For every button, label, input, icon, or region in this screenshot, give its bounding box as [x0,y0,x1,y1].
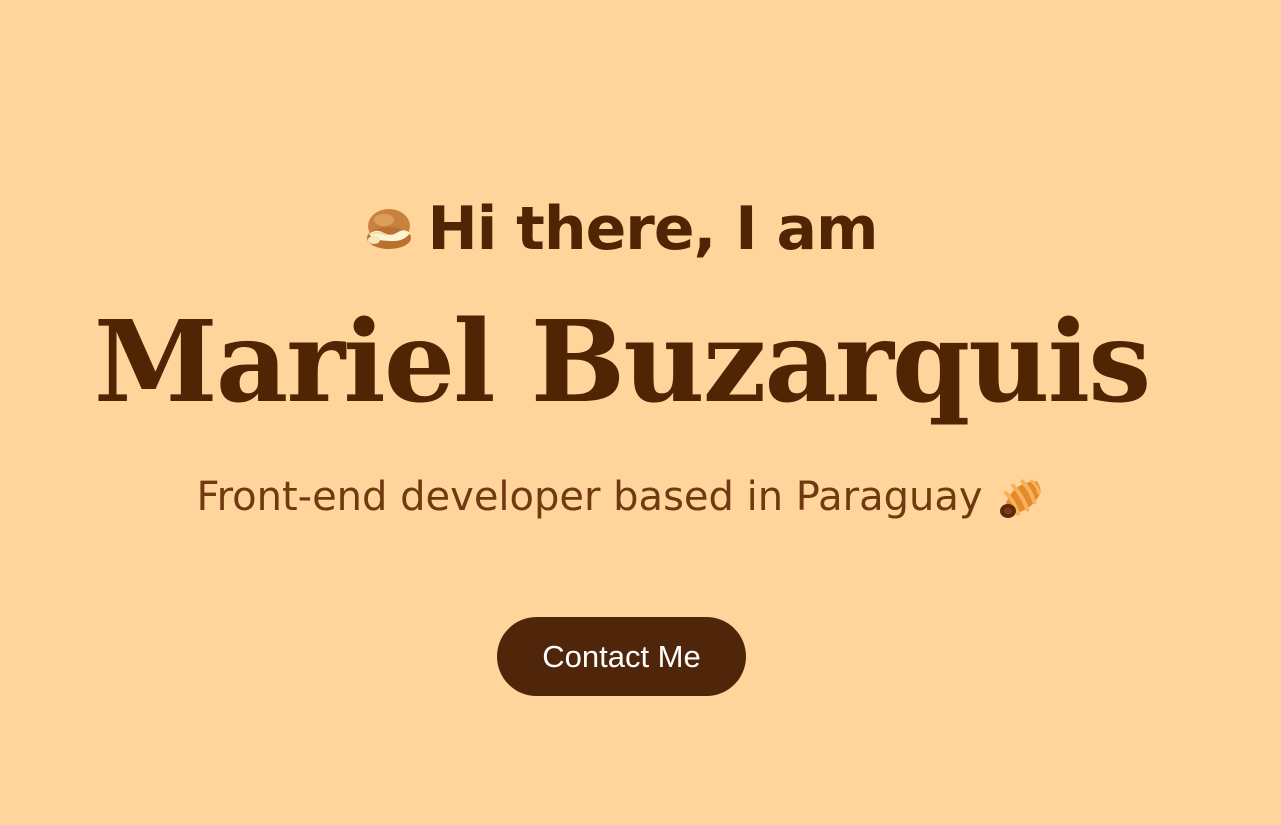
page-title: Mariel Buzarquis [93,297,1152,428]
croissant-icon [995,471,1047,523]
tagline-text: Front-end developer based in Paraguay [196,474,983,520]
tagline-line: Front-end developer based in Paraguay [0,468,1243,526]
cream-puff-icon [364,204,414,254]
hero-section: Hi there, I am Mariel Buzarquis Front-en… [0,0,1281,825]
greeting-text: Hi there, I am [427,194,879,264]
contact-me-button[interactable]: Contact Me [497,617,746,696]
greeting-line: Hi there, I am [0,185,1241,273]
